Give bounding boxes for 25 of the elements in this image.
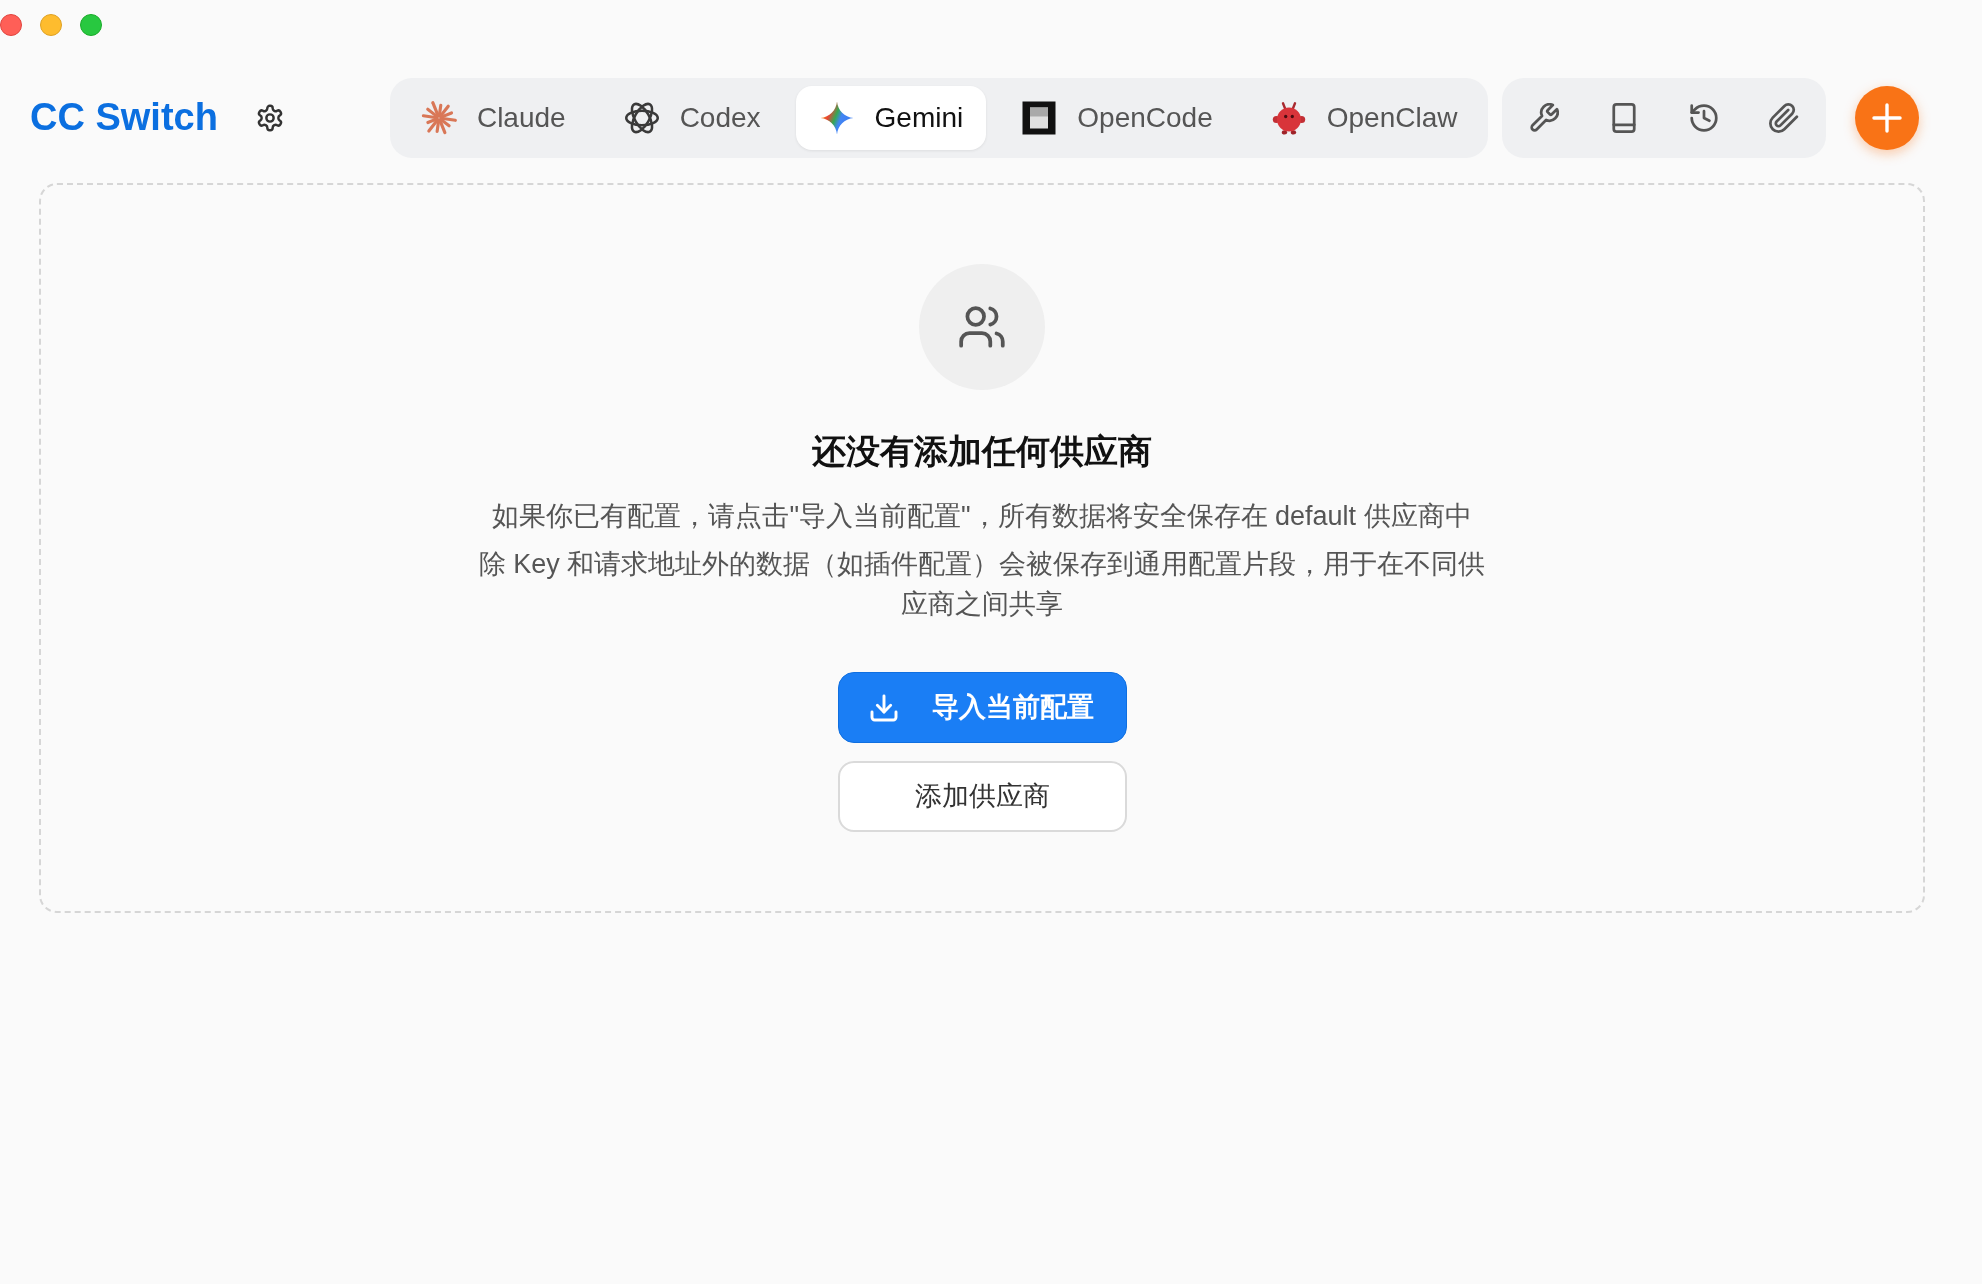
starburst-icon bbox=[420, 100, 457, 136]
add-button[interactable] bbox=[1855, 86, 1920, 150]
empty-state-title: 还没有添加任何供应商 bbox=[812, 431, 1152, 472]
tab[interactable]: OpenCode bbox=[998, 86, 1236, 150]
description-text: 如果你已有配置，请点击"导入当前配置"，所有数据将安全保存在 default 供应商中 bbox=[491, 500, 1473, 533]
plus-icon bbox=[1872, 103, 1903, 133]
tab[interactable]: Claude bbox=[397, 86, 589, 150]
window-zoom-icon[interactable] bbox=[80, 14, 102, 36]
tab[interactable]: Codex bbox=[600, 86, 784, 150]
paperclip-icon[interactable] bbox=[1769, 103, 1800, 133]
download-icon bbox=[870, 693, 898, 722]
creature-icon bbox=[1270, 100, 1307, 136]
atom-icon bbox=[623, 100, 660, 136]
square-icon bbox=[1021, 100, 1058, 136]
add-provider-button[interactable]: 添加供应商 bbox=[837, 761, 1127, 832]
import-button[interactable]: 导入当前配置 bbox=[837, 672, 1127, 743]
wrench-icon[interactable] bbox=[1529, 103, 1560, 133]
tab[interactable]: OpenClaw bbox=[1247, 86, 1481, 150]
users-icon bbox=[919, 264, 1045, 390]
window-close-icon[interactable] bbox=[0, 14, 22, 36]
settings-icon[interactable] bbox=[255, 104, 284, 132]
description-text: 除 Key 和请求地址外的数据（如插件配置）会被保存到通用配置片段，用于在不同供应商之间共享 bbox=[477, 548, 1487, 621]
tab[interactable]: Gemini bbox=[795, 86, 987, 150]
history-icon[interactable] bbox=[1689, 103, 1720, 133]
app-title: CC Switch bbox=[30, 97, 218, 139]
